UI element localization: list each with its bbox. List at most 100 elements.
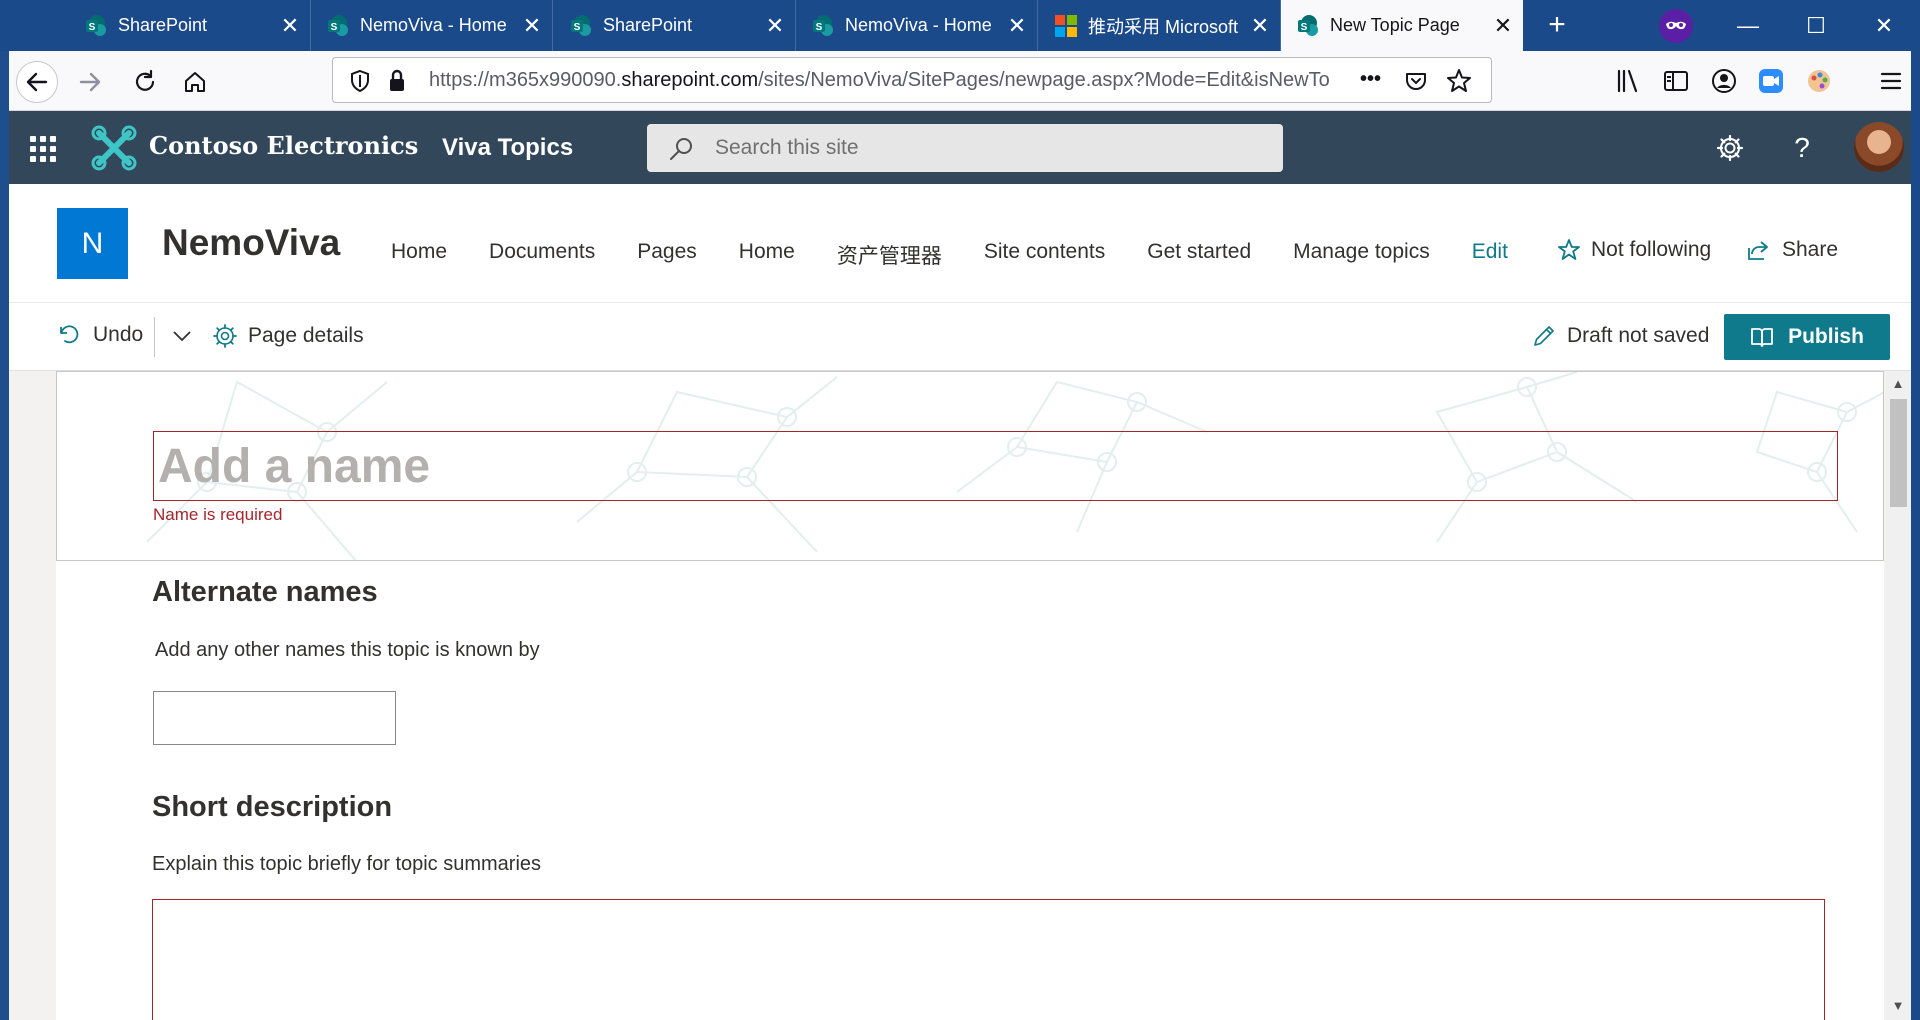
- lock-icon[interactable]: [387, 69, 407, 93]
- microsoft-icon: [1055, 14, 1077, 37]
- alternate-names-description: Add any other names this topic is known …: [155, 639, 540, 661]
- name-required-error: Name is required: [153, 505, 283, 524]
- draft-status: Draft not saved: [1531, 323, 1709, 349]
- close-icon[interactable]: ✕: [755, 13, 795, 39]
- nav-link-asset-manager[interactable]: 资产管理器: [837, 240, 942, 270]
- maximize-icon[interactable]: ☐: [1782, 0, 1850, 51]
- svg-text:S: S: [816, 22, 823, 33]
- browser-tab[interactable]: 推动采用 Microsoft ✕: [1039, 0, 1281, 51]
- browser-tab[interactable]: S NemoViva - Home ✕: [311, 0, 553, 51]
- nav-link-manage-topics[interactable]: Manage topics: [1293, 240, 1430, 270]
- share-label: Share: [1782, 238, 1839, 261]
- tab-title: SharePoint: [118, 15, 208, 35]
- browser-tab[interactable]: S SharePoint ✕: [554, 0, 796, 51]
- browser-tab-active[interactable]: S New Topic Page ✕: [1281, 0, 1523, 51]
- reload-icon[interactable]: [124, 61, 166, 103]
- contoso-logo-icon[interactable]: [91, 125, 137, 171]
- back-arrow-icon[interactable]: [16, 61, 58, 103]
- scroll-down-arrow-icon[interactable]: ▼: [1891, 999, 1905, 1013]
- nav-link-home-2[interactable]: Home: [739, 240, 795, 270]
- app-launcher-waffle-icon[interactable]: [30, 136, 56, 162]
- topic-name-input[interactable]: [153, 431, 1838, 501]
- forward-arrow-icon[interactable]: [69, 61, 111, 103]
- share-icon: [1748, 241, 1768, 260]
- url-text: https://m365x990090.sharepoint.com/sites…: [429, 69, 1330, 91]
- sidebar-icon[interactable]: [1659, 64, 1693, 98]
- user-avatar[interactable]: [1854, 122, 1904, 172]
- command-bar: Undo Page details Draft not saved Publis…: [9, 303, 1920, 371]
- site-title[interactable]: NemoViva: [162, 222, 340, 264]
- home-icon[interactable]: [174, 61, 216, 103]
- svg-text:S: S: [574, 22, 581, 33]
- publish-label: Publish: [1788, 325, 1864, 348]
- page-actions-more-icon[interactable]: •••: [1360, 68, 1381, 91]
- hamburger-menu-icon[interactable]: [1874, 64, 1908, 98]
- bookmark-star-icon[interactable]: [1446, 68, 1472, 94]
- vertical-scrollbar[interactable]: ▲ ▼: [1886, 371, 1911, 1020]
- tab-title: NemoViva - Home: [845, 15, 992, 35]
- star-outline-icon: [1558, 239, 1580, 260]
- brand-name[interactable]: Contoso Electronics: [149, 131, 418, 160]
- sharepoint-icon: S: [328, 14, 348, 36]
- window-close-icon[interactable]: ✕: [1850, 0, 1918, 51]
- svg-text:S: S: [89, 22, 96, 33]
- hub-site-name[interactable]: Viva Topics: [442, 134, 573, 162]
- nav-link-site-contents[interactable]: Site contents: [984, 240, 1105, 270]
- close-icon[interactable]: ✕: [512, 13, 552, 39]
- suite-bar: Contoso Electronics Viva Topics Search t…: [9, 111, 1920, 184]
- undo-icon: [60, 325, 79, 344]
- site-header: N NemoViva Home Documents Pages Home 资产管…: [9, 184, 1920, 303]
- scroll-up-arrow-icon[interactable]: ▲: [1891, 377, 1905, 391]
- page-canvas: Name is required Alternate names Add any…: [56, 371, 1884, 1020]
- nav-link-get-started[interactable]: Get started: [1147, 240, 1251, 270]
- scrollbar-thumb[interactable]: [1890, 399, 1907, 507]
- site-logo[interactable]: N: [57, 208, 128, 279]
- page-details-button[interactable]: Page details: [212, 323, 364, 349]
- chevron-down-icon[interactable]: [169, 323, 195, 349]
- nav-link-home[interactable]: Home: [391, 240, 447, 270]
- publish-button[interactable]: Publish: [1724, 314, 1890, 360]
- sharepoint-icon: S: [86, 14, 106, 36]
- nav-link-pages[interactable]: Pages: [637, 240, 697, 270]
- close-icon[interactable]: ✕: [270, 13, 310, 39]
- close-icon[interactable]: ✕: [997, 13, 1037, 39]
- pencil-icon: [1534, 326, 1554, 346]
- minimize-icon[interactable]: —: [1714, 0, 1782, 51]
- topic-title-region: Name is required: [56, 371, 1884, 561]
- svg-text:S: S: [1301, 22, 1308, 33]
- sharepoint-icon: S: [813, 14, 833, 36]
- browser-tab[interactable]: S NemoViva - Home ✕: [796, 0, 1038, 51]
- window-frame-edge: [1911, 51, 1920, 1020]
- gear-icon: [213, 324, 237, 348]
- follow-button[interactable]: Not following: [1557, 238, 1711, 262]
- short-description-input[interactable]: [152, 899, 1825, 1020]
- page-content: Name is required Alternate names Add any…: [9, 371, 1886, 1020]
- book-open-icon: [1751, 328, 1773, 347]
- site-search-box[interactable]: Search this site: [647, 124, 1283, 172]
- pocket-icon[interactable]: [1404, 69, 1428, 93]
- palette-extension-icon[interactable]: [1802, 64, 1836, 98]
- tab-title: New Topic Page: [1330, 15, 1460, 35]
- nav-edit-link[interactable]: Edit: [1472, 240, 1508, 270]
- library-icon[interactable]: [1611, 64, 1645, 98]
- address-bar[interactable]: https://m365x990090.sharepoint.com/sites…: [332, 57, 1492, 103]
- help-question-icon[interactable]: ?: [1784, 130, 1820, 166]
- short-description-heading: Short description: [152, 791, 393, 823]
- undo-label: Undo: [93, 323, 144, 346]
- browser-tab-bar: S SharePoint ✕ S NemoViva - Home ✕ S Sha…: [0, 0, 1920, 51]
- close-icon[interactable]: ✕: [1240, 13, 1280, 39]
- nav-link-documents[interactable]: Documents: [489, 240, 595, 270]
- tracking-shield-icon[interactable]: [349, 69, 371, 93]
- video-extension-icon[interactable]: [1754, 64, 1788, 98]
- command-separator: [154, 317, 155, 357]
- tab-title: SharePoint: [603, 15, 693, 35]
- close-icon[interactable]: ✕: [1483, 13, 1523, 39]
- undo-button[interactable]: Undo: [57, 323, 143, 347]
- browser-tab[interactable]: S SharePoint ✕: [69, 0, 311, 51]
- share-button[interactable]: Share: [1746, 238, 1838, 262]
- new-tab-plus-icon[interactable]: +: [1539, 8, 1575, 44]
- account-icon[interactable]: [1707, 64, 1741, 98]
- settings-gear-icon[interactable]: [1712, 130, 1748, 166]
- search-placeholder: Search this site: [715, 136, 859, 159]
- alternate-names-input[interactable]: [153, 691, 396, 745]
